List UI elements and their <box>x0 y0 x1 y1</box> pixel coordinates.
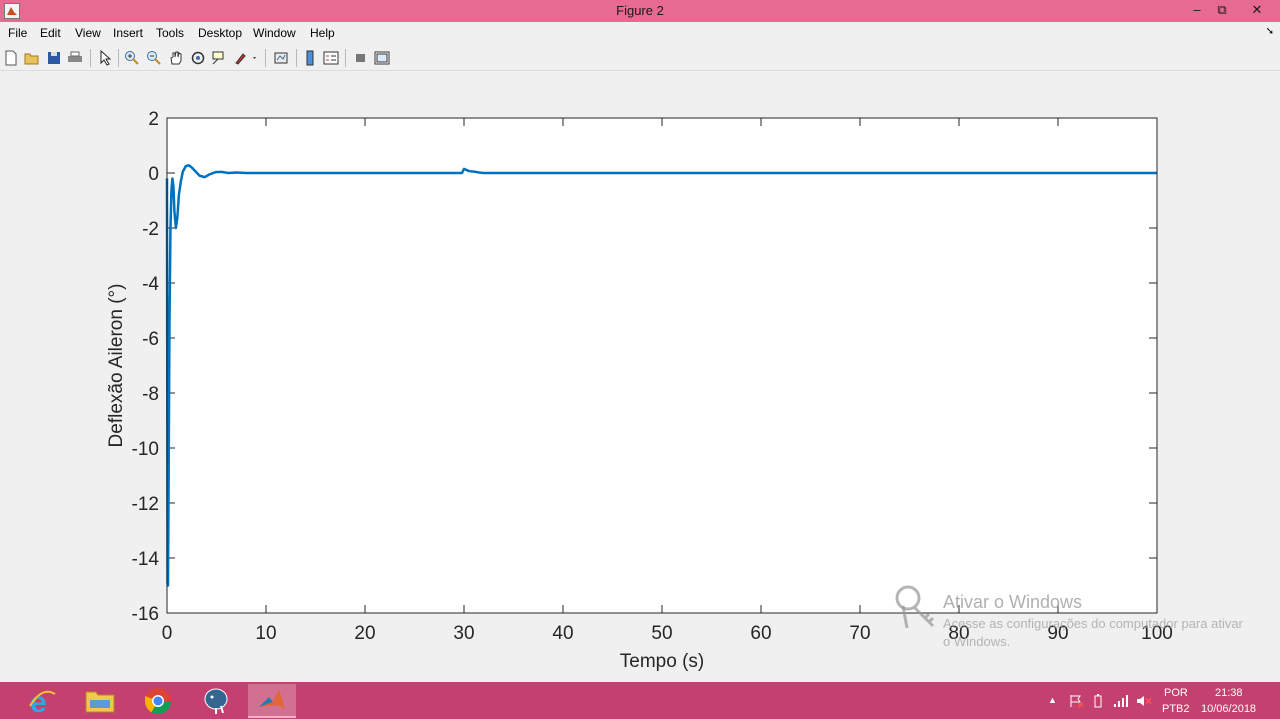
data-cursor-icon[interactable] <box>210 49 228 67</box>
y-tick-label: -2 <box>142 219 159 240</box>
menu-insert[interactable]: Insert <box>113 26 143 40</box>
y-tick-label: 0 <box>148 164 159 185</box>
postgresql-icon[interactable] <box>192 684 240 718</box>
show-hidden-icons-icon[interactable]: ▲ <box>1048 695 1057 705</box>
dock-arrow-icon[interactable]: ➘ <box>1266 26 1274 37</box>
new-figure-icon[interactable] <box>2 49 20 67</box>
close-button[interactable]: ✕ <box>1240 0 1274 22</box>
toolbar-separator <box>296 49 297 67</box>
figure-toolbar <box>0 45 1280 71</box>
internet-explorer-icon[interactable]: e <box>18 684 66 718</box>
menu-edit[interactable]: Edit <box>40 26 61 40</box>
taskbar: e ▲ POR PTB2 21:38 10/06/2018 <box>0 682 1280 719</box>
y-axis-label: Deflexão Aileron (°) <box>106 284 127 448</box>
line-plot: 0 10 20 30 40 50 60 70 80 90 100 20-2-4-6-8-10-12-… <box>106 109 1173 672</box>
x-axis-label: Tempo (s) <box>620 651 704 672</box>
toolbar-separator <box>345 49 346 67</box>
menu-view[interactable]: View <box>75 26 101 40</box>
input-language[interactable]: POR <box>1164 687 1188 699</box>
show-plot-tools-icon[interactable] <box>373 49 391 67</box>
x-tick-label: 10 <box>255 623 276 644</box>
pan-hand-icon[interactable] <box>167 49 185 67</box>
toolbar-separator <box>118 49 119 67</box>
print-icon[interactable] <box>66 49 84 67</box>
axes-background <box>167 118 1157 613</box>
brush-icon[interactable] <box>232 49 260 67</box>
y-tick-label: -10 <box>132 439 159 460</box>
y-tick-label: -4 <box>142 274 159 295</box>
hide-plot-tools-icon[interactable] <box>352 49 370 67</box>
insert-legend-icon[interactable] <box>322 49 340 67</box>
x-tick-label: 70 <box>849 623 870 644</box>
window-title: Figure 2 <box>616 3 664 18</box>
insert-colorbar-icon[interactable] <box>301 49 319 67</box>
save-icon[interactable] <box>45 49 63 67</box>
y-tick-label: -6 <box>142 329 159 350</box>
action-center-flag-icon[interactable] <box>1069 694 1085 708</box>
clock-time[interactable]: 21:38 <box>1215 687 1243 699</box>
menu-window[interactable]: Window <box>253 26 296 40</box>
system-tray: ▲ POR PTB2 21:38 10/06/2018 <box>1040 682 1280 719</box>
x-tick-label: 60 <box>750 623 771 644</box>
chrome-icon[interactable] <box>134 684 182 718</box>
x-tick-label: 0 <box>162 623 173 644</box>
figure-canvas: 0 10 20 30 40 50 60 70 80 90 100 2 0 -2 -4 -6 -8 -10 -12-… <box>0 72 1280 682</box>
volume-muted-icon[interactable] <box>1136 694 1152 708</box>
x-tick-label: 50 <box>651 623 672 644</box>
matlab-icon[interactable] <box>248 684 296 718</box>
menu-bar: File Edit View Insert Tools Desktop Wind… <box>0 22 1280 44</box>
menu-tools[interactable]: Tools <box>156 26 184 40</box>
y-tick-label: -16 <box>132 604 159 625</box>
battery-icon[interactable] <box>1091 694 1105 708</box>
menu-desktop[interactable]: Desktop <box>198 26 242 40</box>
network-signal-icon[interactable] <box>1113 694 1129 708</box>
y-tick-label: -14 <box>132 549 160 570</box>
file-explorer-icon[interactable] <box>76 684 124 718</box>
y-tick-label: -8 <box>142 384 159 405</box>
y-tick-label: -12 <box>132 494 159 515</box>
x-tick-label: 40 <box>552 623 573 644</box>
x-tick-label: 30 <box>453 623 474 644</box>
rotate-3d-icon[interactable] <box>189 49 207 67</box>
x-tick-label: 20 <box>354 623 375 644</box>
toolbar-separator <box>90 49 91 67</box>
title-bar: Figure 2 – ⧉ ✕ <box>0 0 1280 22</box>
keyboard-layout[interactable]: PTB2 <box>1162 703 1190 715</box>
x-tick-label: 90 <box>1047 623 1068 644</box>
clock-date[interactable]: 10/06/2018 <box>1201 703 1256 715</box>
x-tick-label: 80 <box>948 623 969 644</box>
zoom-out-icon[interactable] <box>145 49 163 67</box>
restore-button[interactable]: ⧉ <box>1207 0 1237 22</box>
menu-file[interactable]: File <box>8 26 27 40</box>
edit-plot-icon[interactable] <box>96 49 114 67</box>
open-file-icon[interactable] <box>23 49 41 67</box>
toolbar-separator <box>265 49 266 67</box>
y-tick-label: 2 <box>148 109 159 130</box>
link-plot-icon[interactable] <box>272 49 290 67</box>
x-tick-label: 100 <box>1141 623 1173 644</box>
zoom-in-icon[interactable] <box>123 49 141 67</box>
menu-help[interactable]: Help <box>310 26 335 40</box>
